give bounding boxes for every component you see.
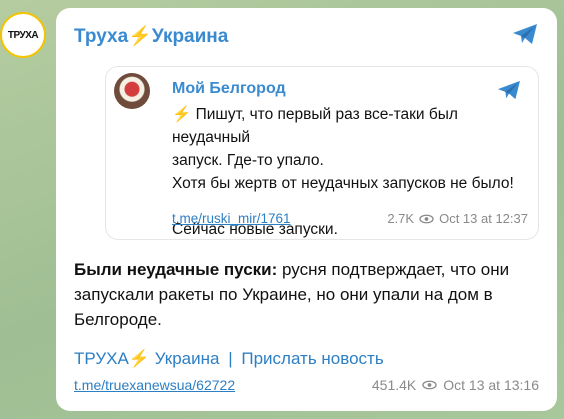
channel-name-part2: Украина (151, 26, 229, 47)
lightning-icon: ⚡ (128, 26, 152, 47)
message-meta: 451.4K Oct 13 at 13:16 (372, 377, 539, 393)
channel-name-part1: Труха (74, 26, 129, 47)
channel-title[interactable]: Труха⚡Украина (74, 24, 228, 48)
eye-icon (422, 380, 437, 390)
source-avatar[interactable] (114, 73, 150, 109)
lightning-icon: ⚡ (172, 106, 192, 123)
separator: | (228, 349, 233, 368)
telegram-send-icon[interactable] (496, 79, 522, 101)
message-bold-intro: Были неудачные пуски: (74, 260, 278, 279)
footer-links: ТРУХА⚡ Украина | Прислать новость (74, 349, 384, 369)
forward-source-name[interactable]: Мой Белгород (172, 80, 286, 98)
view-count: 2.7K (387, 211, 415, 226)
avatar-logo-text: ТРУХА (7, 29, 39, 41)
brand-link[interactable]: ТРУХА⚡ Украина (74, 349, 219, 368)
channel-avatar[interactable]: ТРУХА (0, 12, 46, 58)
forwarded-line: запуск. Где-то упало. (172, 152, 324, 169)
forwarded-message: Мой Белгород ⚡ Пишут, что первый раз все… (106, 67, 538, 239)
forwarded-line: Пишут, что первый раз все-таки был неуда… (172, 106, 458, 146)
message-text: Были неудачные пуски: русня подтверждает… (74, 257, 544, 332)
message-link[interactable]: t.me/truexanewsua/62722 (74, 377, 235, 393)
forwarded-meta: 2.7K Oct 13 at 12:37 (387, 211, 528, 226)
timestamp: Oct 13 at 13:16 (443, 377, 539, 393)
view-count: 451.4K (371, 377, 417, 393)
message-bubble: Труха⚡Украина Мой Белгород ⚡ Пишут, что … (56, 8, 557, 411)
lightning-icon: ⚡ (128, 349, 150, 368)
forwarded-line: Хотя бы жертв от неудачных запусков не б… (172, 175, 514, 192)
brand-part2: Украина (154, 349, 220, 368)
eye-icon (419, 214, 434, 223)
send-news-link[interactable]: Прислать новость (241, 349, 383, 368)
telegram-send-icon[interactable] (511, 22, 539, 46)
forwarded-link[interactable]: t.me/ruski_mir/1761 (172, 211, 291, 226)
brand-part1: ТРУХА (74, 349, 129, 368)
timestamp: Oct 13 at 12:37 (439, 211, 528, 226)
